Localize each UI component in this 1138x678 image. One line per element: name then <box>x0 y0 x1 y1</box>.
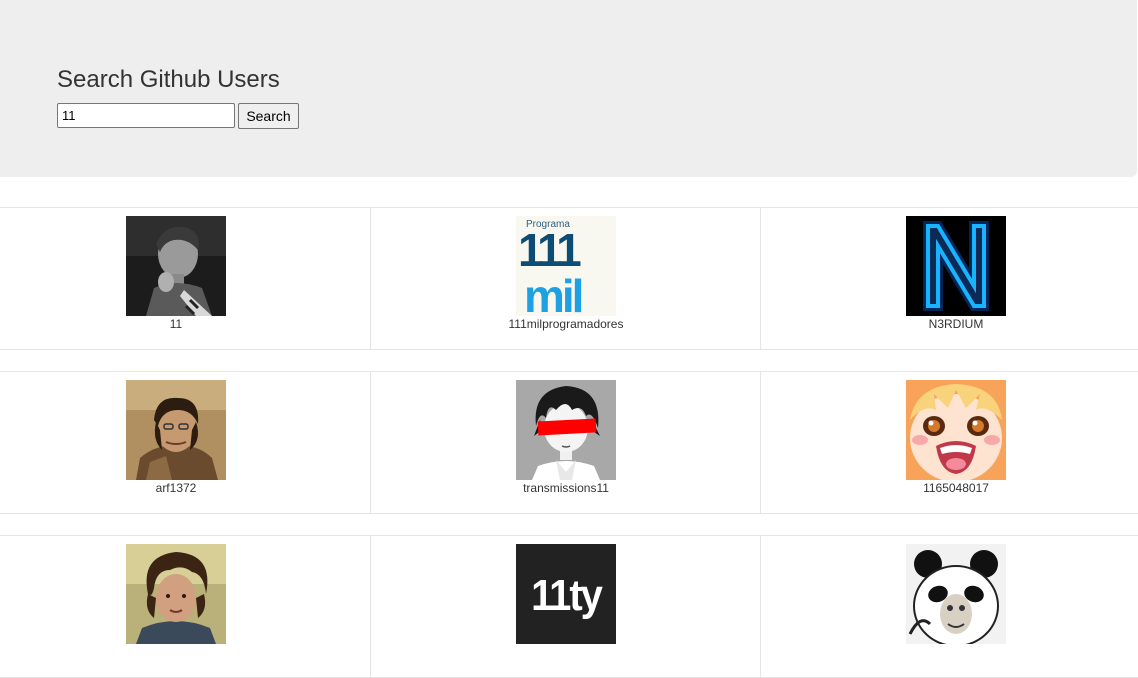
username[interactable]: transmissions11 <box>371 481 761 495</box>
username[interactable]: N3RDIUM <box>761 317 1138 331</box>
search-header: Search Github Users Search <box>0 0 1137 177</box>
user-card: 11ty <box>371 536 761 677</box>
username[interactable]: 1165048017 <box>761 481 1138 495</box>
username[interactable]: 11 <box>0 317 352 331</box>
user-row: 11ty <box>0 535 1138 678</box>
avatar-11ty-logo-icon[interactable]: 11ty <box>516 544 616 644</box>
avatar-programa-111mil-logo-icon[interactable]: Programa 111 mil <box>516 216 616 316</box>
avatar-anime-girl-crying-icon[interactable] <box>906 380 1006 480</box>
username[interactable]: arf1372 <box>0 481 352 495</box>
user-card: 1165048017 <box>761 372 1138 513</box>
user-card: N N3RDIUM <box>761 208 1138 349</box>
username[interactable]: 111milprogramadores <box>371 317 761 331</box>
user-card: 11 <box>0 208 371 349</box>
avatar-photo-man-bw-icon[interactable] <box>126 216 226 316</box>
user-card <box>0 536 371 677</box>
logo-word-text: mil <box>524 270 582 316</box>
avatar-panda-meme-icon[interactable] <box>906 544 1006 644</box>
avatar-anime-boy-red-bar-icon[interactable] <box>516 380 616 480</box>
logo-11ty-text: 11ty <box>531 570 603 619</box>
user-card: transmissions11 <box>371 372 761 513</box>
user-row: arf1372 transmissions11 1165048017 <box>0 371 1138 514</box>
search-button[interactable]: Search <box>238 103 299 129</box>
user-card: Programa 111 mil 111milprogramadores <box>371 208 761 349</box>
logo-number-text: 111 <box>518 224 581 276</box>
page-title: Search Github Users <box>57 66 280 93</box>
search-input[interactable] <box>57 103 235 128</box>
avatar-photo-curly-hair-man-icon[interactable] <box>126 544 226 644</box>
user-row: 11 Programa 111 mil 111milprogramadores … <box>0 207 1138 350</box>
avatar-neon-n-icon[interactable]: N <box>906 216 1006 316</box>
avatar-photo-young-man-icon[interactable] <box>126 380 226 480</box>
user-card <box>761 536 1138 677</box>
user-card: arf1372 <box>0 372 371 513</box>
